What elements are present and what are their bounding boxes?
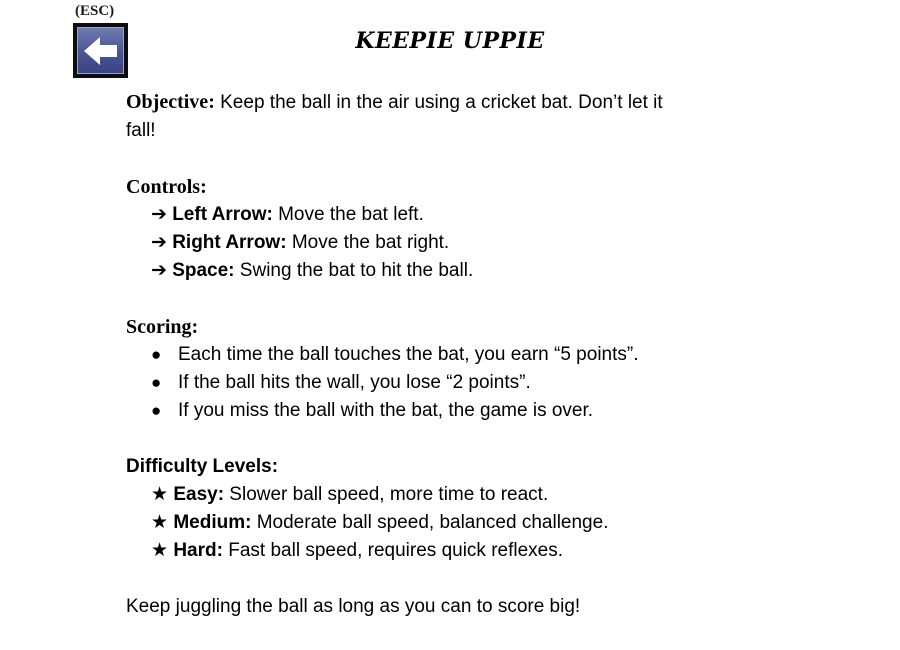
controls-heading: Controls: bbox=[126, 176, 207, 198]
difficulty-level: Easy: bbox=[173, 484, 225, 505]
difficulty-desc: Slower ball speed, more time to react. bbox=[224, 484, 549, 505]
control-item-space: ➔ Space: Swing the bat to hit the ball. bbox=[126, 257, 766, 285]
bullet-icon: ● bbox=[151, 345, 162, 364]
control-item-left: ➔ Left Arrow: Move the bat left. bbox=[126, 201, 766, 229]
footer-text: Keep juggling the ball as long as you ca… bbox=[126, 596, 581, 617]
scoring-item: ● If the ball hits the wall, you lose “2 … bbox=[126, 369, 766, 397]
arrow-icon: ➔ bbox=[151, 232, 167, 253]
control-item-right: ➔ Right Arrow: Move the bat right. bbox=[126, 229, 766, 257]
objective-heading: Objective: bbox=[126, 91, 215, 113]
objective-text-continued: fall! bbox=[126, 120, 156, 141]
star-icon: ★ bbox=[151, 540, 169, 561]
difficulty-level: Hard: bbox=[173, 540, 223, 561]
star-icon: ★ bbox=[151, 484, 169, 505]
difficulty-level: Medium: bbox=[173, 512, 252, 533]
esc-hint-label: (ESC) bbox=[75, 3, 115, 19]
difficulty-item-hard: ★ Hard: Fast ball speed, requires quick … bbox=[126, 537, 766, 565]
scoring-heading: Scoring: bbox=[126, 316, 199, 338]
scoring-text: If the ball hits the wall, you lose “2 p… bbox=[178, 372, 531, 393]
bullet-icon: ● bbox=[151, 373, 162, 392]
difficulty-heading: Difficulty Levels: bbox=[126, 456, 279, 477]
control-key: Left Arrow: bbox=[172, 204, 273, 225]
control-desc: Move the bat left. bbox=[272, 204, 424, 225]
difficulty-desc: Moderate ball speed, balanced challenge. bbox=[251, 512, 609, 533]
page-title: KEEPIE UPPIE bbox=[355, 28, 545, 54]
difficulty-item-medium: ★ Medium: Moderate ball speed, balanced … bbox=[126, 509, 766, 537]
arrow-icon: ➔ bbox=[151, 204, 167, 225]
objective-paragraph: Objective: Keep the ball in the air usin… bbox=[126, 88, 766, 117]
control-desc: Move the bat right. bbox=[286, 232, 450, 253]
scoring-item: ● Each time the ball touches the bat, you… bbox=[126, 341, 766, 369]
scoring-text: Each time the ball touches the bat, you … bbox=[178, 344, 639, 365]
star-icon: ★ bbox=[151, 512, 169, 533]
objective-text: Keep the ball in the air using a cricket… bbox=[214, 92, 663, 113]
control-desc: Swing the bat to hit the ball. bbox=[234, 260, 474, 281]
difficulty-desc: Fast ball speed, requires quick reflexes… bbox=[222, 540, 564, 561]
control-key: Space: bbox=[172, 260, 235, 281]
control-key: Right Arrow: bbox=[172, 232, 287, 253]
scoring-item: ● If you miss the ball with the bat, the … bbox=[126, 397, 766, 425]
bullet-icon: ● bbox=[151, 401, 162, 420]
arrow-icon: ➔ bbox=[151, 260, 167, 281]
difficulty-item-easy: ★ Easy: Slower ball speed, more time to … bbox=[126, 481, 766, 509]
scoring-text: If you miss the ball with the bat, the g… bbox=[178, 400, 594, 421]
instructions-body: Objective: Keep the ball in the air usin… bbox=[126, 88, 766, 621]
